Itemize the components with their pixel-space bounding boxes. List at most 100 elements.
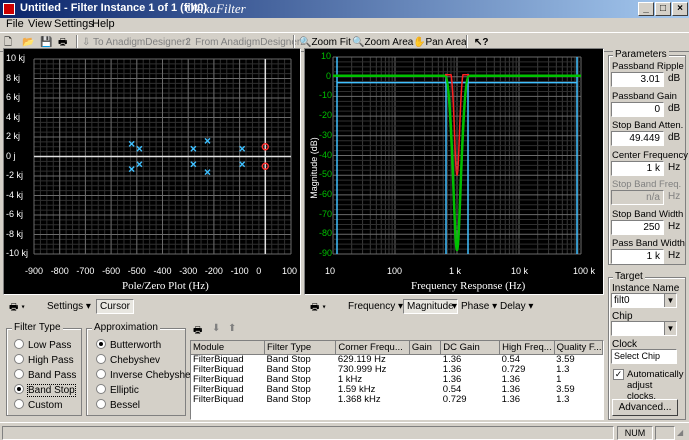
table-cell: 3.59 (556, 354, 575, 365)
frequency-response-panel[interactable]: 10 0 -10 -20 -30 -40 -50 -60 -70 -80 -90 10 100 1 k1… (304, 48, 604, 295)
table-row[interactable]: FilterBiquad Band Stop 1.59 kHz 0.54 1.36 3.5… (191, 385, 603, 395)
module-table[interactable]: Module Filter Type Corner Frequ... Gain DC G… (190, 340, 604, 420)
fr-delay-dropdown[interactable]: Delay ▾ (500, 301, 533, 312)
filter-type-radio-band-pass[interactable]: Band Pass (14, 369, 76, 381)
menu-help[interactable]: Help (92, 18, 115, 30)
pz-y-tick-label: -6 kj (6, 209, 24, 219)
maximize-button[interactable]: □ (655, 2, 671, 16)
table-row[interactable]: FilterBiquad Band Stop 629.119 Hz 1.36 0.54 3… (191, 354, 603, 365)
param-input[interactable]: 3.01 (611, 72, 664, 87)
instance-name-select[interactable]: filt0 ▼ (611, 293, 677, 308)
fr-frequency-dropdown[interactable]: Frequency ▾ (348, 301, 403, 312)
filter-type-radio-low-pass[interactable]: Low Pass (14, 339, 71, 351)
menu-settings[interactable]: Settings (54, 18, 94, 30)
column-header[interactable]: High Freq... (499, 341, 555, 355)
table-cell: Band Stop (266, 394, 311, 405)
fr-phase-dropdown[interactable]: Phase ▾ (461, 301, 497, 312)
fr-delay-label: Delay (500, 301, 526, 312)
param-label: Passband Ripple (612, 61, 684, 72)
pz-x-tick-label: -300 (179, 266, 198, 276)
fr-y-tick-label: -70 (319, 208, 333, 219)
fr-y-axis-title: Magnitude (dB) (308, 137, 319, 199)
table-cell (409, 365, 440, 375)
filter-type-option-label: Low Pass (28, 340, 72, 351)
approximation-radio-elliptic[interactable]: Elliptic (96, 384, 139, 396)
table-print-icon[interactable]: 🖶 (193, 323, 202, 340)
fr-y-tick-label: -80 (319, 228, 333, 239)
num-lock-label: NUM (624, 428, 646, 438)
filter-type-radio-band-stop[interactable]: Band Stop (14, 384, 76, 397)
auto-adjust-checkbox[interactable]: ✓ (613, 369, 624, 380)
zoom-fit-label: Zoom Fit (311, 37, 351, 48)
move-up-icon[interactable]: ⬆ (228, 323, 236, 334)
approximation-radio-chebyshev[interactable]: Chebyshev (96, 354, 160, 366)
table-row[interactable]: FilterBiquad Band Stop 1.368 kHz 0.729 1.36 1… (191, 395, 603, 405)
fr-x-tick-label: 10 (325, 266, 336, 276)
table-cell: 0.54 (501, 354, 521, 365)
pole-zero-panel[interactable]: 10 kj 8 kj 6 kj 4 kj 2 kj 0 j -2 kj -4 kj -6 kj -… (3, 48, 301, 295)
radio-button-icon (14, 339, 24, 349)
approximation-radio-bessel[interactable]: Bessel (96, 399, 140, 411)
approximation-radio-inverse-chebyshev[interactable]: Inverse Chebyshev (96, 369, 196, 381)
table-cell: 1.36 (442, 374, 462, 385)
fr-magnitude-button[interactable]: Magnitude (403, 299, 458, 314)
table-cell: 1 kHz (337, 374, 363, 385)
pz-y-tick-label: -8 kj (6, 228, 24, 239)
pz-print-button[interactable]: 🖶 ▾ (9, 300, 25, 317)
param-input[interactable]: 1 k (611, 160, 664, 176)
fr-print-button[interactable]: 🖶 ▾ (310, 300, 326, 317)
advanced-button[interactable]: Advanced... (612, 399, 678, 416)
to-anadigm-label: To AnadigmDesigner2 (93, 37, 191, 48)
resize-grip-icon[interactable]: ◢ (677, 428, 687, 438)
menu-file[interactable]: File (6, 18, 24, 30)
pz-cursor-button[interactable]: Cursor (96, 299, 135, 314)
frequency-response-plot[interactable] (305, 49, 605, 296)
close-button[interactable]: × (672, 2, 688, 16)
radio-button-icon (96, 399, 106, 409)
table-cell: Band Stop (266, 374, 311, 385)
param-input[interactable]: 1 k (611, 249, 664, 264)
column-header[interactable]: DC Gain (440, 341, 501, 355)
column-header[interactable]: Module (191, 341, 265, 355)
radio-button-icon (96, 339, 106, 349)
param-input[interactable]: 250 (611, 219, 664, 235)
chip-select[interactable]: ▼ (611, 321, 677, 336)
radio-button-icon (96, 354, 106, 364)
clock-select[interactable]: Select Chip Fir (611, 349, 677, 364)
pz-y-tick-label: 10 kj (6, 53, 26, 63)
filter-type-radio-high-pass[interactable]: High Pass (14, 354, 74, 366)
move-down-icon[interactable]: ⬇ (212, 323, 220, 334)
pz-settings-dropdown[interactable]: Settings ▾ (47, 301, 91, 312)
hand-icon: ✋ (413, 37, 426, 48)
table-cell: 1.36 (501, 374, 521, 385)
down-arrow-icon: ⇩ (82, 37, 91, 48)
pz-x-tick-label: -100 (230, 266, 249, 276)
column-header[interactable]: Quality F... (554, 341, 603, 355)
pz-x-tick-label: -700 (76, 266, 95, 276)
pz-y-tick-label: -2 kj (6, 170, 24, 180)
approximation-radio-butterworth[interactable]: Butterworth (96, 339, 161, 351)
pan-area-label: Pan Area (425, 37, 467, 48)
column-header[interactable]: Corner Frequ... (335, 341, 410, 355)
param-input[interactable]: 49.449 (611, 131, 664, 146)
minimize-button[interactable]: _ (638, 2, 654, 16)
fr-phase-label: Phase (461, 301, 490, 312)
column-header[interactable]: Filter Type (264, 341, 337, 355)
table-row[interactable]: FilterBiquad Band Stop 1 kHz 1.36 1.36 1 (191, 375, 603, 385)
table-row[interactable]: FilterBiquad Band Stop 730.999 Hz 1.36 0.729… (191, 365, 603, 375)
chevron-down-icon: ▼ (664, 294, 676, 307)
pz-y-tick-label: 2 kj (6, 131, 21, 141)
pole-zero-plot[interactable] (4, 49, 302, 296)
table-cell: Band Stop (266, 384, 311, 395)
filter-type-radio-custom[interactable]: Custom (14, 399, 62, 411)
param-input[interactable]: 0 (611, 101, 664, 117)
fr-x-tick-label: 1 k (449, 266, 462, 276)
pz-y-tick-label: 6 kj (6, 92, 21, 102)
fr-frequency-label: Frequency (348, 301, 396, 312)
column-header[interactable]: Gain (409, 341, 442, 355)
pz-x-tick-label: -400 (153, 266, 172, 276)
filter-type-option-label: High Pass (28, 355, 74, 366)
menu-view[interactable]: View (28, 18, 52, 30)
fr-magnitude-arrow[interactable]: ▾ (452, 301, 457, 312)
zoom-fit-icon: 🔍 (299, 37, 312, 48)
